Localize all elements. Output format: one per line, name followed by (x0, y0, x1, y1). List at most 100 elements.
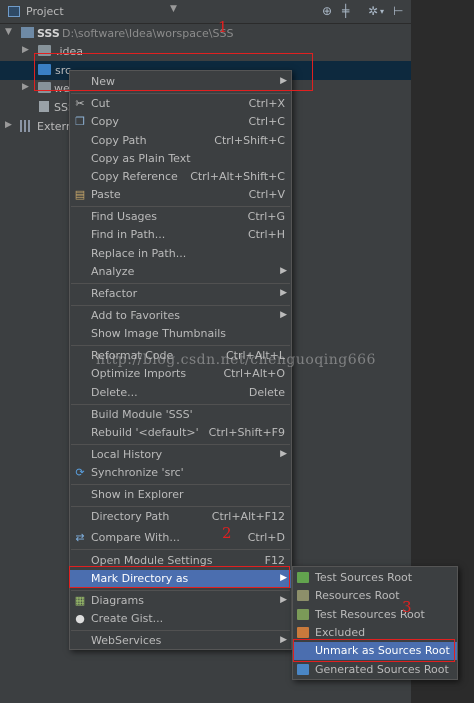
submenu-resources-root[interactable]: Resources Root (293, 587, 457, 605)
menu-copy[interactable]: ❐ Copy Ctrl+C (70, 113, 291, 131)
resources-folder-icon (297, 590, 309, 601)
pin-icon[interactable]: ⊢ (393, 4, 403, 18)
menu-label: Replace in Path... (91, 247, 187, 260)
menu-label: Compare With... (91, 531, 180, 544)
submenu-label: Resources Root (315, 589, 400, 602)
submenu-arrow-icon: ▶ (280, 266, 287, 276)
generated-folder-icon (297, 664, 309, 675)
file-icon (39, 101, 49, 112)
menu-show-explorer[interactable]: Show in Explorer (70, 486, 291, 504)
menu-shortcut: Ctrl+D (247, 531, 285, 544)
watermark: http://blog.csdn.net/chenguoqing666 (96, 352, 376, 368)
menu-divider (71, 630, 290, 631)
menu-rebuild[interactable]: Rebuild '<default>' Ctrl+Shift+F9 (70, 424, 291, 442)
expand-arrow-icon[interactable]: ▼ (5, 27, 12, 37)
menu-label: Find in Path... (91, 228, 166, 241)
submenu-label: Test Sources Root (315, 571, 413, 584)
menu-find-in-path[interactable]: Find in Path... Ctrl+H (70, 226, 291, 244)
collapse-arrow-icon[interactable]: ▶ (22, 45, 29, 55)
menu-label: Refactor (91, 287, 138, 300)
menu-label: Rebuild '<default>' (91, 426, 199, 439)
menu-shortcut: Ctrl+Alt+O (223, 367, 285, 380)
menu-divider (71, 345, 290, 346)
menu-diagrams[interactable]: ▦ Diagrams ▶ (70, 592, 291, 610)
test-resources-folder-icon (297, 609, 309, 620)
menu-show-thumbnails[interactable]: Show Image Thumbnails (70, 325, 291, 343)
menu-build-module[interactable]: Build Module 'SSS' (70, 406, 291, 424)
excluded-folder-icon (297, 627, 309, 638)
compare-icon: ⇄ (75, 531, 85, 544)
menu-label: Directory Path (91, 510, 170, 523)
copy-icon: ❐ (75, 115, 85, 128)
collapse-arrow-icon[interactable]: ▶ (22, 82, 29, 92)
menu-local-history[interactable]: Local History ▶ (70, 446, 291, 464)
menu-shortcut: Ctrl+Shift+C (214, 134, 285, 147)
menu-copy-path[interactable]: Copy Path Ctrl+Shift+C (70, 132, 291, 150)
annotation-number-1: 1 (218, 18, 228, 36)
libraries-icon (20, 120, 32, 132)
menu-webservices[interactable]: WebServices ▶ (70, 632, 291, 650)
menu-divider (71, 404, 290, 405)
menu-shortcut: Ctrl+H (247, 228, 285, 241)
menu-label: Copy (91, 115, 119, 128)
menu-divider (71, 283, 290, 284)
submenu-test-resources-root[interactable]: Test Resources Root (293, 606, 457, 624)
menu-find-usages[interactable]: Find Usages Ctrl+G (70, 208, 291, 226)
menu-paste[interactable]: ▤ Paste Ctrl+V (70, 186, 291, 204)
menu-directory-path[interactable]: Directory Path Ctrl+Alt+F12 (70, 508, 291, 526)
menu-add-favorites[interactable]: Add to Favorites ▶ (70, 307, 291, 325)
menu-label: Show in Explorer (91, 488, 184, 501)
submenu-label: Generated Sources Root (315, 663, 449, 676)
menu-create-gist[interactable]: ● Create Gist... (70, 610, 291, 628)
menu-divider (71, 206, 290, 207)
collapse-arrow-icon[interactable]: ▶ (5, 120, 12, 130)
submenu-test-sources-root[interactable]: Test Sources Root (293, 569, 457, 587)
menu-shortcut: Ctrl+C (248, 115, 285, 128)
split-icon[interactable]: ╪ (342, 4, 349, 18)
menu-refactor[interactable]: Refactor ▶ (70, 285, 291, 303)
menu-shortcut: Ctrl+Alt+Shift+C (190, 170, 285, 183)
submenu-arrow-icon: ▶ (280, 310, 287, 320)
annotation-number-2: 2 (222, 524, 232, 542)
chevron-down-icon[interactable]: ▼ (170, 4, 177, 14)
menu-copy-plain[interactable]: Copy as Plain Text (70, 150, 291, 168)
panel-title: Project (26, 5, 64, 18)
menu-shortcut: Ctrl+V (248, 188, 285, 201)
paste-icon: ▤ (74, 188, 86, 201)
menu-divider (71, 549, 290, 550)
menu-label: Create Gist... (91, 612, 164, 625)
menu-synchronize[interactable]: ⟳ Synchronize 'src' (70, 464, 291, 482)
gear-icon[interactable]: ✲ (368, 4, 378, 18)
menu-label: Build Module 'SSS' (91, 408, 193, 421)
menu-divider (71, 590, 290, 591)
menu-shortcut: Ctrl+X (248, 97, 285, 110)
menu-analyze[interactable]: Analyze ▶ (70, 263, 291, 281)
menu-copy-reference[interactable]: Copy Reference Ctrl+Alt+Shift+C (70, 168, 291, 186)
menu-cut[interactable]: ✂ Cut Ctrl+X (70, 95, 291, 113)
submenu-generated-sources-root[interactable]: Generated Sources Root (293, 661, 457, 679)
menu-divider (71, 93, 290, 94)
menu-delete[interactable]: Delete... Delete (70, 384, 291, 402)
menu-divider (71, 444, 290, 445)
gear-dropdown-icon[interactable]: ▾ (380, 7, 384, 16)
menu-label: Analyze (91, 265, 135, 278)
menu-shortcut: Delete (248, 386, 285, 399)
sync-icon: ⟳ (75, 466, 85, 479)
menu-label: Local History (91, 448, 163, 461)
menu-label: Paste (91, 188, 121, 201)
module-icon (21, 27, 34, 38)
root-path: D:\software\Idea\worspace\SSS (62, 27, 234, 40)
menu-label: Delete... (91, 386, 138, 399)
annotation-box-3 (293, 639, 455, 662)
github-icon: ● (75, 612, 85, 625)
menu-compare-with[interactable]: ⇄ Compare With... Ctrl+D (70, 529, 291, 547)
menu-label: Show Image Thumbnails (91, 327, 227, 340)
menu-divider (71, 506, 290, 507)
menu-replace-in-path[interactable]: Replace in Path... (70, 245, 291, 263)
tree-row-root[interactable]: ▼ SSS D:\software\Idea\worspace\SSS (0, 24, 411, 43)
menu-label: WebServices (91, 634, 162, 647)
target-icon[interactable]: ⊕ (322, 4, 332, 18)
menu-label: Synchronize 'src' (91, 466, 184, 479)
menu-label: Add to Favorites (91, 309, 181, 322)
project-icon (8, 6, 20, 17)
